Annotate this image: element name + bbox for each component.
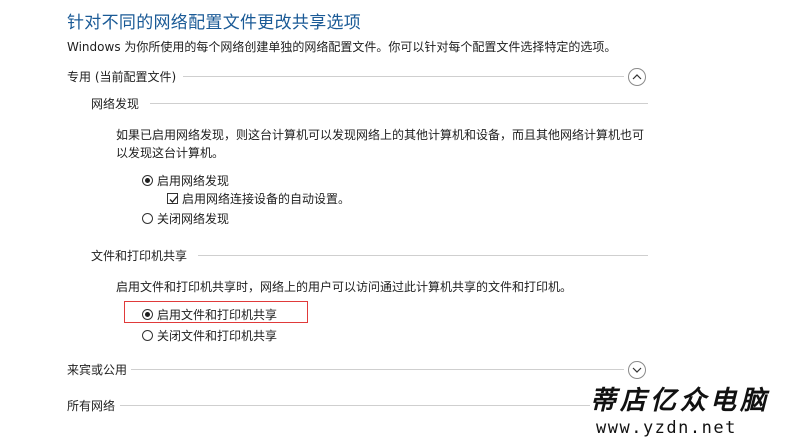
- chevron-down-icon: [632, 367, 642, 373]
- section-private-collapse-button[interactable]: [628, 68, 646, 86]
- file-sharing-off-label[interactable]: 关闭文件和打印机共享: [157, 327, 277, 344]
- network-discovery-on-label[interactable]: 启用网络发现: [157, 172, 229, 189]
- section-guest-public-divider: [131, 369, 624, 370]
- auto-setup-label[interactable]: 启用网络连接设备的自动设置。: [182, 190, 350, 207]
- network-discovery-off-label[interactable]: 关闭网络发现: [157, 210, 229, 227]
- section-guest-public-expand-button[interactable]: [628, 361, 646, 379]
- section-private-divider: [183, 76, 624, 77]
- watermark-brand: 蒂店亿众电脑: [590, 386, 771, 416]
- file-printer-sharing-description: 启用文件和打印机共享时，网络上的用户可以访问通过此计算机共享的文件和打印机。: [116, 280, 573, 294]
- section-private-label[interactable]: 专用 (当前配置文件): [67, 68, 176, 85]
- checkmark-icon: [169, 196, 178, 203]
- section-all-networks-divider: [120, 405, 590, 406]
- network-discovery-off-radio[interactable]: [142, 213, 153, 224]
- section-all-networks-label[interactable]: 所有网络: [67, 397, 115, 414]
- network-discovery-description: 如果已启用网络发现，则这台计算机可以发现网络上的其他计算机和设备，而且其他网络计…: [116, 128, 645, 160]
- file-sharing-off-radio[interactable]: [142, 330, 153, 341]
- network-discovery-heading: 网络发现: [91, 97, 140, 111]
- watermark-url: www.yzdn.net: [596, 418, 737, 438]
- network-discovery-on-radio[interactable]: [142, 175, 153, 186]
- section-guest-public-label[interactable]: 来宾或公用: [67, 361, 127, 378]
- file-printer-sharing-heading: 文件和打印机共享: [91, 249, 188, 263]
- page-description: Windows 为你所使用的每个网络创建单独的网络配置文件。你可以针对每个配置文…: [67, 40, 617, 54]
- page-title: 针对不同的网络配置文件更改共享选项: [67, 13, 362, 33]
- highlight-annotation-box: [124, 301, 308, 323]
- chevron-up-icon: [632, 74, 642, 80]
- auto-setup-checkbox[interactable]: [167, 193, 178, 204]
- network-discovery-divider: [150, 103, 648, 104]
- file-printer-sharing-divider: [198, 255, 648, 256]
